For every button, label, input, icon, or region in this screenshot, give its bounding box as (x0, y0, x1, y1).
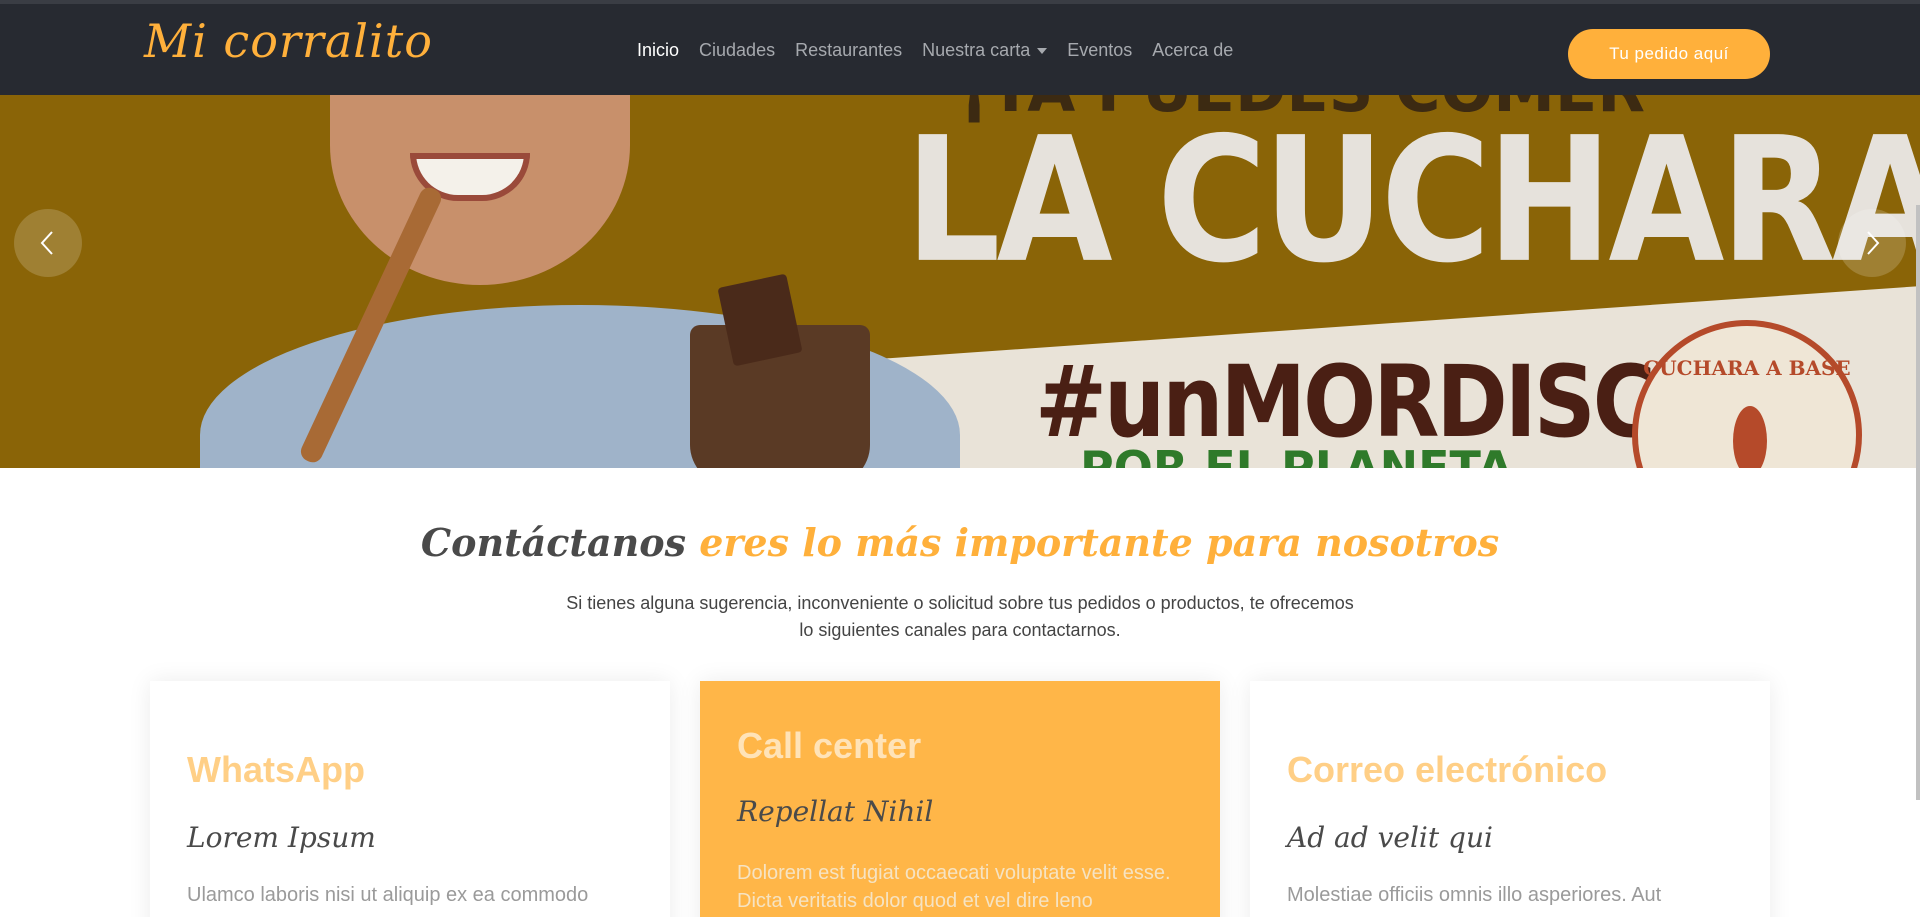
card-text: Molestiae officiis omnis illo asperiores… (1287, 884, 1662, 906)
card-subtitle: Lorem Ipsum (187, 821, 376, 854)
navbar: Mi corralito Inicio Ciudades Restaurante… (0, 0, 1920, 95)
nav-label: Restaurantes (795, 40, 903, 60)
nav-item-inicio[interactable]: Inicio (637, 40, 679, 61)
nav-item-nuestra-carta[interactable]: Nuestra carta (922, 40, 1048, 61)
order-button[interactable]: Tu pedido aquí (1568, 29, 1770, 79)
nav-label: Nuestra carta (922, 40, 1031, 60)
badge-text: CUCHARA A BASE (1643, 356, 1851, 380)
contact-description: Si tienes alguna sugerencia, inconvenien… (566, 593, 1354, 640)
contact-title: Contáctanos eres lo más importante para … (0, 520, 1920, 565)
card-subtitle: Ad ad velit qui (1287, 821, 1493, 854)
hero-headline: LA CUCHARA! (905, 101, 1920, 302)
nav-label: Acerca de (1152, 40, 1234, 60)
nav-label: Inicio (637, 40, 680, 60)
carousel-next-button[interactable] (1838, 209, 1906, 277)
contact-title-accent: eres lo más importante para nosotros (699, 520, 1500, 565)
card-text: Dolorem est fugiat occaecati voluptate v… (737, 862, 1171, 912)
nav-item-acerca-de[interactable]: Acerca de (1152, 40, 1233, 61)
chocolate-piece (717, 273, 803, 367)
caret-down-icon (1037, 47, 1048, 54)
site-logo[interactable]: Mi corralito (144, 14, 433, 68)
card-title: WhatsApp (187, 749, 365, 790)
contact-card-call-center: Call center Repellat Nihil Dolorem est f… (700, 681, 1220, 917)
nav-label: Eventos (1067, 40, 1133, 60)
main-nav: Inicio Ciudades Restaurantes Nuestra car… (637, 40, 1253, 61)
page-scrollbar[interactable] (1916, 205, 1920, 800)
nav-item-ciudades[interactable]: Ciudades (699, 40, 775, 61)
nav-label: Ciudades (699, 40, 776, 60)
hero-carousel: ¡YA PUEDES COMER LA CUCHARA! #unMORDISCO… (0, 95, 1920, 468)
leaf-icon (1733, 406, 1767, 468)
card-subtitle: Repellat Nihil (737, 795, 934, 828)
card-text: Ulamco laboris nisi ut aliquip ex ea com… (187, 884, 589, 906)
nav-item-eventos[interactable]: Eventos (1067, 40, 1132, 61)
carousel-prev-button[interactable] (14, 209, 82, 277)
contact-card-email: Correo electrónico Ad ad velit qui Moles… (1250, 681, 1770, 917)
card-title: Correo electrónico (1287, 749, 1608, 790)
contact-card-whatsapp: WhatsApp Lorem Ipsum Ulamco laboris nisi… (150, 681, 670, 917)
contact-title-main: Contáctanos (420, 520, 686, 565)
chevron-left-icon (40, 231, 53, 255)
nav-item-restaurantes[interactable]: Restaurantes (795, 40, 902, 61)
chevron-right-icon (1867, 231, 1880, 255)
card-title: Call center (737, 725, 922, 766)
hero-bottom-text: POR EL PLANETA (1080, 441, 1513, 468)
